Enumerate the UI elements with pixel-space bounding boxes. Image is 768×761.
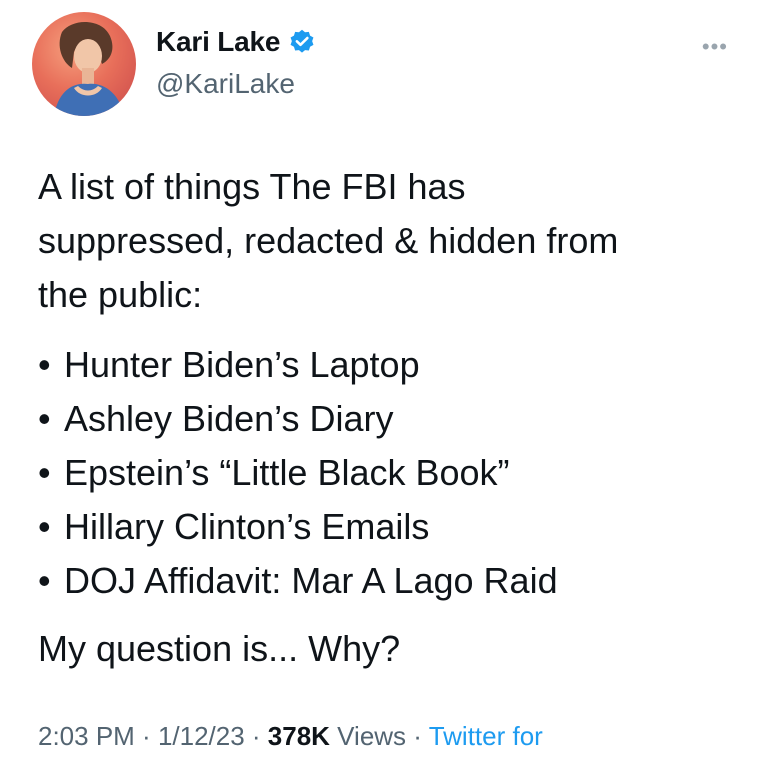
tweet-text-line: suppressed, redacted & hidden from xyxy=(38,220,619,261)
tweet-question: My question is... Why? xyxy=(38,628,401,669)
bullet: • xyxy=(38,506,51,547)
tweet-text: A list of things The FBI has suppressed,… xyxy=(38,160,738,322)
bullet: • xyxy=(38,344,51,385)
bullet: • xyxy=(38,560,51,601)
source-link[interactable]: Twitter for xyxy=(429,721,543,751)
list-item-text: Hunter Biden’s Laptop xyxy=(64,344,420,385)
views-label: Views xyxy=(329,721,407,751)
list-item-text: Epstein’s “Little Black Book” xyxy=(64,452,510,493)
list-item-text: Ashley Biden’s Diary xyxy=(64,398,394,439)
avatar-image xyxy=(54,21,124,116)
list-item-text: Hillary Clinton’s Emails xyxy=(64,506,430,547)
list-item: • Hunter Biden’s Laptop xyxy=(38,338,558,392)
bullet: • xyxy=(38,452,51,493)
more-options-icon[interactable]: ••• xyxy=(702,34,728,60)
meta-separator: · xyxy=(134,721,158,751)
list-item: • Ashley Biden’s Diary xyxy=(38,392,558,446)
author-name-row[interactable]: Kari Lake xyxy=(156,26,316,58)
author-display-name[interactable]: Kari Lake xyxy=(156,26,280,58)
tweet-text-line: the public: xyxy=(38,274,203,315)
list-item: • Hillary Clinton’s Emails xyxy=(38,500,558,554)
tweet-text-line: A list of things The FBI has xyxy=(38,166,466,207)
list-item: • Epstein’s “Little Black Book” xyxy=(38,446,558,500)
tweet-list: • Hunter Biden’s Laptop • Ashley Biden’s… xyxy=(38,338,558,608)
verified-badge-icon xyxy=(290,29,314,53)
tweet-time[interactable]: 2:03 PM xyxy=(38,721,135,751)
meta-separator: · xyxy=(406,721,429,751)
author-handle[interactable]: @KariLake xyxy=(156,68,295,100)
avatar[interactable] xyxy=(32,12,136,116)
tweet: Kari Lake @KariLake ••• A list of things… xyxy=(0,0,768,761)
list-item-text: DOJ Affidavit: Mar A Lago Raid xyxy=(64,560,558,601)
meta-separator: · xyxy=(244,721,268,751)
bullet: • xyxy=(38,398,51,439)
tweet-meta: 2:03 PM · 1/12/23 · 378K Views · Twitter… xyxy=(38,721,543,752)
list-item: • DOJ Affidavit: Mar A Lago Raid xyxy=(38,554,558,608)
views-count[interactable]: 378K xyxy=(268,721,330,751)
tweet-date[interactable]: 1/12/23 xyxy=(158,721,245,751)
